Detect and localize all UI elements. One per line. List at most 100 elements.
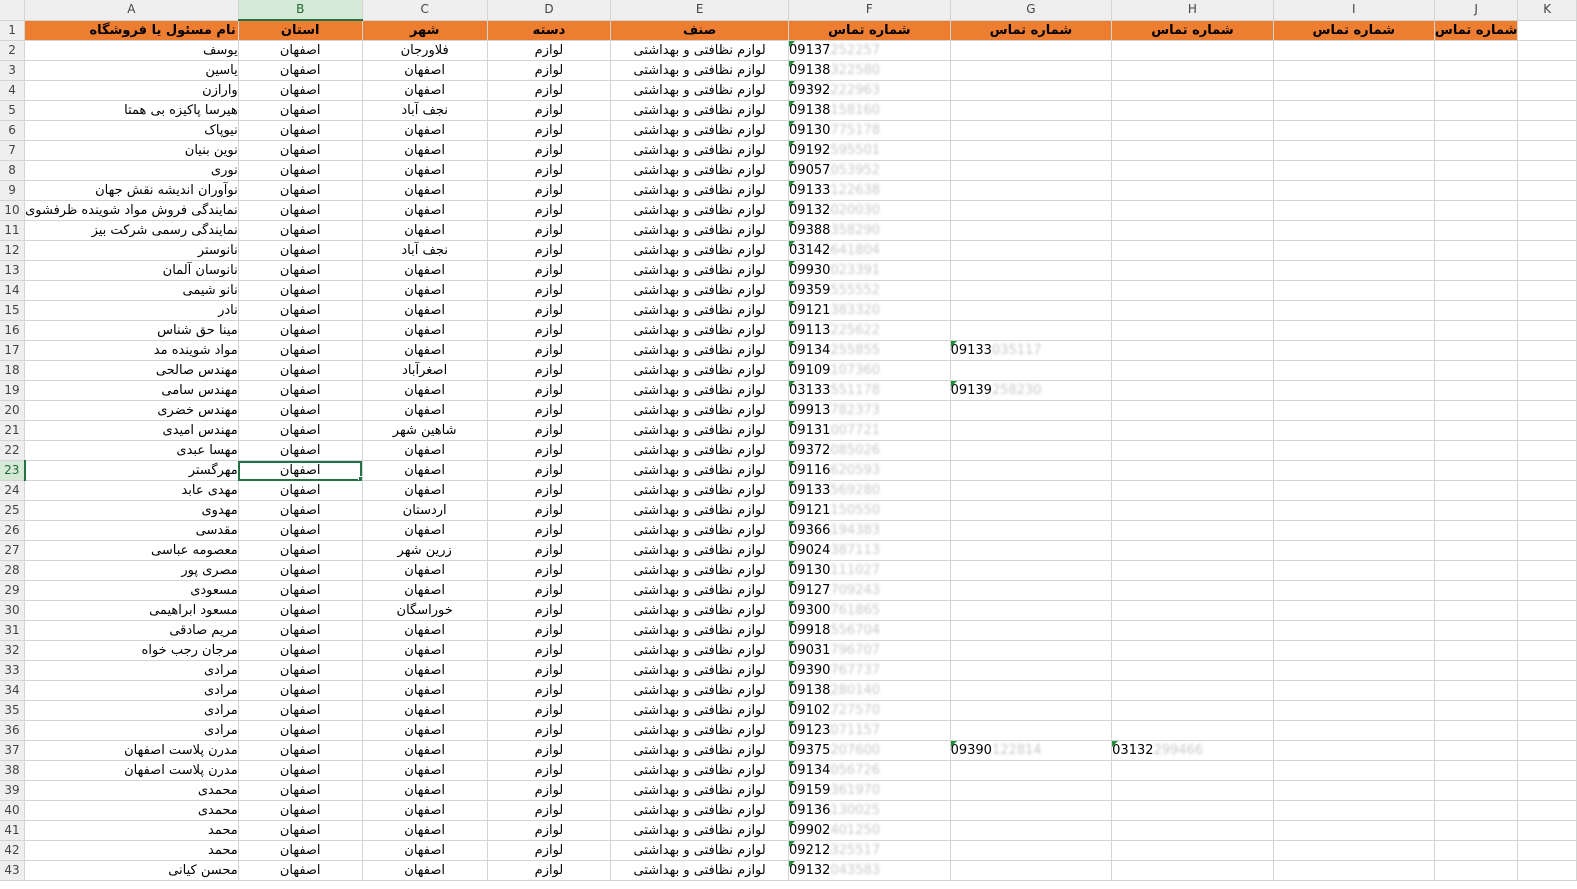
empty-cell[interactable] [1517,300,1577,321]
cell-province[interactable]: اصفهان [238,240,363,261]
empty-cell[interactable] [1517,820,1577,841]
cell-phone-3[interactable] [1111,700,1274,721]
column-header-j[interactable]: J [1434,0,1519,21]
row-header[interactable]: 32 [0,640,26,661]
cell-city[interactable]: اصفهان [362,660,488,681]
cell-trade[interactable]: لوازم نظافتی و بهداشتی [610,700,790,721]
cell-phone-4[interactable] [1273,360,1435,381]
cell-phone-1[interactable]: 09913782373 [788,400,951,421]
row-header[interactable]: 27 [0,540,26,561]
cell-phone-4[interactable] [1273,300,1435,321]
column-header-b[interactable]: B [238,0,363,21]
cell-city[interactable]: اصفهان [362,580,488,601]
cell-phone-3[interactable] [1111,160,1274,181]
cell-category[interactable]: لوازم [487,400,612,421]
cell-phone-5[interactable] [1434,80,1519,101]
cell-phone-2[interactable] [950,480,1113,501]
cell-province[interactable]: اصفهان [238,200,363,221]
cell-city[interactable]: اصغرآباد [362,360,488,381]
cell-phone-4[interactable] [1273,160,1435,181]
cell-trade[interactable]: لوازم نظافتی و بهداشتی [610,760,790,781]
empty-cell[interactable] [1517,560,1577,581]
empty-cell[interactable] [1517,480,1577,501]
cell-phone-2[interactable] [950,280,1113,301]
empty-cell[interactable] [1517,400,1577,421]
header-cell-city[interactable]: شهر [362,20,488,41]
cell-trade[interactable]: لوازم نظافتی و بهداشتی [610,260,790,281]
cell-phone-1[interactable]: 09121383320 [788,300,951,321]
cell-phone-3[interactable] [1111,60,1274,81]
cell-phone-2[interactable] [950,440,1113,461]
cell-trade[interactable]: لوازم نظافتی و بهداشتی [610,300,790,321]
cell-phone-2[interactable] [950,40,1113,61]
cell-province[interactable]: اصفهان [238,500,363,521]
cell-phone-1[interactable]: 03142641804 [788,240,951,261]
cell-province[interactable]: اصفهان [238,260,363,281]
empty-cell[interactable] [1517,140,1577,161]
empty-cell[interactable] [1517,280,1577,301]
cell-name[interactable]: مهندس امیدی [24,420,239,441]
cell-phone-1[interactable]: 09137252257 [788,40,951,61]
cell-name[interactable]: نیوپاک [24,120,239,141]
cell-category[interactable]: لوازم [487,420,612,441]
cell-trade[interactable]: لوازم نظافتی و بهداشتی [610,160,790,181]
cell-phone-3[interactable]: 03132299466 [1111,740,1274,761]
cell-province[interactable]: اصفهان [238,720,363,741]
cell-phone-4[interactable] [1273,860,1435,881]
empty-cell[interactable] [1517,340,1577,361]
cell-name[interactable]: نانوسان آلمان [24,260,239,281]
cell-phone-3[interactable] [1111,500,1274,521]
cell-phone-2[interactable] [950,840,1113,861]
cell-category[interactable]: لوازم [487,620,612,641]
column-header-f[interactable]: F [788,0,951,21]
cell-city[interactable]: اصفهان [362,560,488,581]
cell-trade[interactable]: لوازم نظافتی و بهداشتی [610,640,790,661]
cell-phone-2[interactable] [950,720,1113,741]
cell-trade[interactable]: لوازم نظافتی و بهداشتی [610,840,790,861]
cell-name[interactable]: مهندس خضری [24,400,239,421]
row-header[interactable]: 9 [0,180,26,201]
cell-trade[interactable]: لوازم نظافتی و بهداشتی [610,100,790,121]
cell-phone-3[interactable] [1111,80,1274,101]
cell-province[interactable]: اصفهان [238,640,363,661]
column-header-h[interactable]: H [1111,0,1274,21]
cell-category[interactable]: لوازم [487,300,612,321]
row-header[interactable]: 8 [0,160,26,181]
empty-cell[interactable] [1517,500,1577,521]
cell-phone-3[interactable] [1111,840,1274,861]
cell-city[interactable]: اصفهان [362,400,488,421]
cell-category[interactable]: لوازم [487,700,612,721]
cell-province[interactable]: اصفهان [238,420,363,441]
empty-cell[interactable] [1517,600,1577,621]
cell-phone-1[interactable]: 09133569280 [788,480,951,501]
row-header[interactable]: 34 [0,680,26,701]
cell-trade[interactable]: لوازم نظافتی و بهداشتی [610,740,790,761]
cell-phone-4[interactable] [1273,800,1435,821]
cell-phone-3[interactable] [1111,440,1274,461]
cell-phone-1[interactable]: 09138322580 [788,60,951,81]
cell-phone-1[interactable]: 03133551178 [788,380,951,401]
cell-province[interactable]: اصفهان [238,100,363,121]
cell-phone-2[interactable]: 09139258230 [950,380,1113,401]
cell-phone-4[interactable] [1273,400,1435,421]
cell-city[interactable]: اردستان [362,500,488,521]
row-header[interactable]: 11 [0,220,26,241]
cell-name[interactable]: مرادی [24,680,239,701]
cell-phone-5[interactable] [1434,200,1519,221]
cell-phone-2[interactable] [950,600,1113,621]
cell-trade[interactable]: لوازم نظافتی و بهداشتی [610,440,790,461]
cell-phone-2[interactable] [950,300,1113,321]
cell-phone-3[interactable] [1111,180,1274,201]
cell-trade[interactable]: لوازم نظافتی و بهداشتی [610,820,790,841]
cell-phone-2[interactable]: 09133035117 [950,340,1113,361]
cell-province[interactable]: اصفهان [238,160,363,181]
row-header[interactable]: 4 [0,80,26,101]
row-header[interactable]: 31 [0,620,26,641]
cell-phone-2[interactable] [950,760,1113,781]
cell-province[interactable]: اصفهان [238,220,363,241]
row-header[interactable]: 6 [0,120,26,141]
cell-phone-5[interactable] [1434,100,1519,121]
cell-category[interactable]: لوازم [487,200,612,221]
cell-name[interactable]: مهدی عابد [24,480,239,501]
cell-province[interactable]: اصفهان [238,860,363,881]
